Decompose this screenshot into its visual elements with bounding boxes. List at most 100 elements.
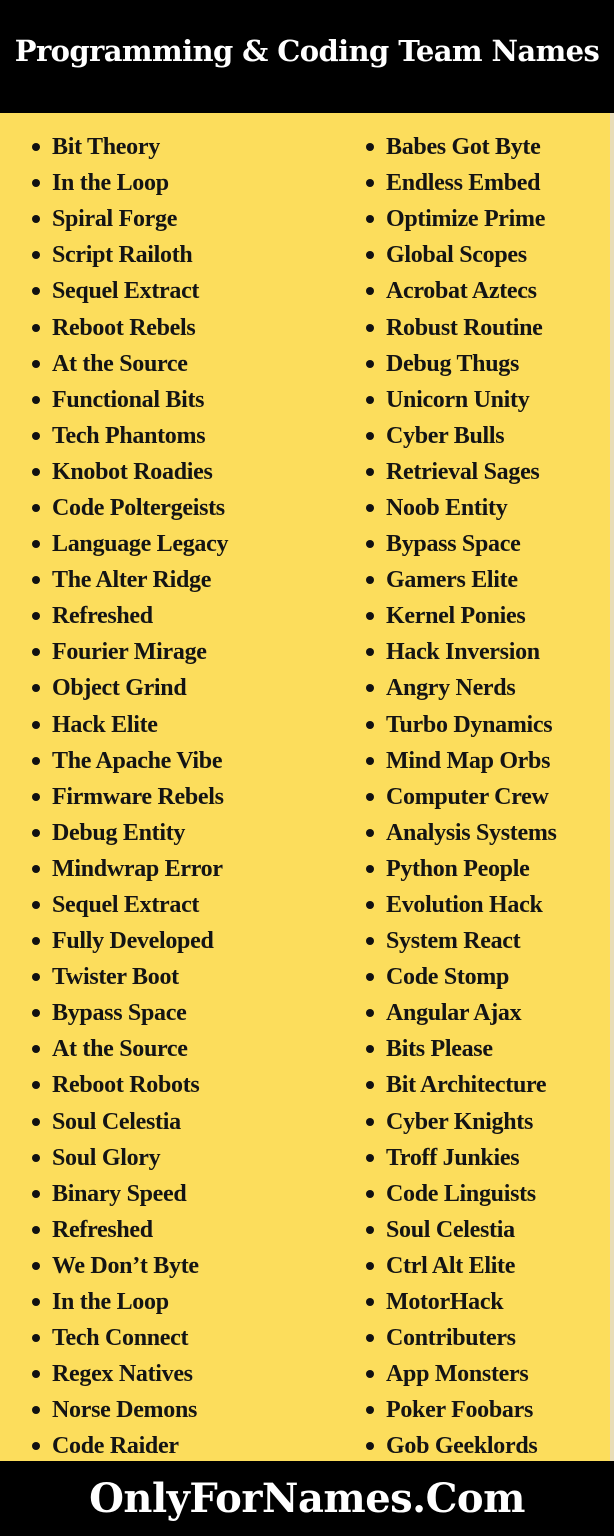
- list-item: Kernel Ponies: [366, 598, 557, 634]
- team-name: Debug Thugs: [386, 350, 519, 377]
- team-name: Poker Foobars: [386, 1397, 533, 1424]
- bullet-icon: [32, 1442, 40, 1451]
- list-item: MotorHack: [366, 1284, 557, 1320]
- team-name: Endless Embed: [386, 170, 541, 197]
- list-item: Regex Natives: [32, 1356, 228, 1392]
- list-item: Babes Got Byte: [366, 129, 557, 165]
- list-item: Reboot Rebels: [32, 309, 228, 345]
- team-name: System React: [386, 928, 521, 955]
- bullet-icon: [366, 612, 374, 621]
- list-item: Fully Developed: [32, 923, 228, 959]
- bullet-icon: [366, 1261, 374, 1270]
- list-item: Cyber Knights: [366, 1104, 557, 1140]
- bullet-icon: [32, 431, 40, 440]
- bullet-icon: [32, 1153, 40, 1162]
- team-name: Evolution Hack: [386, 892, 543, 919]
- team-name: Kernel Ponies: [386, 603, 526, 630]
- list-item: Refreshed: [32, 598, 228, 634]
- team-name: Mind Map Orbs: [386, 747, 551, 774]
- team-name: Cyber Knights: [386, 1108, 534, 1135]
- team-name: Unicorn Unity: [386, 386, 530, 413]
- team-name: In the Loop: [52, 170, 169, 197]
- list-item: Mindwrap Error: [32, 851, 228, 887]
- bullet-icon: [366, 1189, 374, 1198]
- bullet-icon: [32, 576, 40, 585]
- list-item: Spiral Forge: [32, 201, 228, 237]
- list-item: Poker Foobars: [366, 1392, 557, 1428]
- team-name: Object Grind: [52, 675, 187, 702]
- list-item: Debug Thugs: [366, 346, 557, 382]
- team-name: Regex Natives: [52, 1361, 193, 1388]
- list-item: The Alter Ridge: [32, 562, 228, 598]
- team-name: Ctrl Alt Elite: [386, 1252, 516, 1279]
- list-item: Object Grind: [32, 670, 228, 706]
- list-item: System React: [366, 923, 557, 959]
- list-item: Norse Demons: [32, 1392, 228, 1428]
- team-name: We Don’t Byte: [52, 1252, 199, 1279]
- team-name: Spiral Forge: [52, 206, 178, 233]
- bullet-icon: [366, 828, 374, 837]
- list-item: Bits Please: [366, 1031, 557, 1067]
- bullet-icon: [32, 937, 40, 946]
- team-name: The Alter Ridge: [52, 567, 212, 594]
- bullet-icon: [32, 323, 40, 332]
- bullet-icon: [32, 287, 40, 296]
- team-name: Tech Phantoms: [52, 422, 206, 449]
- list-item: Bypass Space: [366, 526, 557, 562]
- bullet-icon: [366, 1081, 374, 1090]
- list-item: Debug Entity: [32, 815, 228, 851]
- list-item: Bit Architecture: [366, 1067, 557, 1103]
- bullet-icon: [366, 287, 374, 296]
- team-name: Mindwrap Error: [52, 855, 223, 882]
- team-name: Norse Demons: [52, 1397, 198, 1424]
- bullet-icon: [32, 612, 40, 621]
- list-item: In the Loop: [32, 1284, 228, 1320]
- team-name: Hack Inversion: [386, 639, 540, 666]
- bullet-icon: [32, 720, 40, 729]
- bullet-icon: [32, 864, 40, 873]
- bullet-icon: [366, 864, 374, 873]
- bullet-icon: [366, 720, 374, 729]
- team-name: Robust Routine: [386, 314, 543, 341]
- list-item: Robust Routine: [366, 309, 557, 345]
- list-item: Ctrl Alt Elite: [366, 1248, 557, 1284]
- team-name: Soul Celestia: [52, 1108, 181, 1135]
- team-name: Refreshed: [52, 1216, 153, 1243]
- team-name: Fully Developed: [52, 928, 214, 955]
- team-name: Acrobat Aztecs: [386, 278, 537, 305]
- team-name: Retrieval Sages: [386, 458, 540, 485]
- list-item: Computer Crew: [366, 779, 557, 815]
- bullet-icon: [32, 143, 40, 152]
- bullet-icon: [366, 1334, 374, 1343]
- bullet-icon: [32, 540, 40, 549]
- team-name: The Apache Vibe: [52, 747, 223, 774]
- list-item: Bypass Space: [32, 995, 228, 1031]
- bullet-icon: [366, 684, 374, 693]
- team-name: Hack Elite: [52, 711, 158, 738]
- team-name: Sequel Extract: [52, 278, 200, 305]
- team-name: Global Scopes: [386, 242, 527, 269]
- bullet-icon: [366, 901, 374, 910]
- list-item: The Apache Vibe: [32, 743, 228, 779]
- team-name: Code Linguists: [386, 1180, 536, 1207]
- team-name: Language Legacy: [52, 531, 229, 558]
- list-item: Firmware Rebels: [32, 779, 228, 815]
- bullet-icon: [366, 540, 374, 549]
- list-item: Hack Elite: [32, 707, 228, 743]
- list-item: At the Source: [32, 346, 228, 382]
- list-item: Angry Nerds: [366, 670, 557, 706]
- team-name: Reboot Rebels: [52, 314, 196, 341]
- list-item: Troff Junkies: [366, 1140, 557, 1176]
- list-item: Noob Entity: [366, 490, 557, 526]
- infographic: Programming & Coding Team Names Bit Theo…: [0, 0, 614, 1536]
- team-name: Bits Please: [386, 1036, 493, 1063]
- bullet-icon: [366, 251, 374, 260]
- team-name: Firmware Rebels: [52, 783, 224, 810]
- list-item: Sequel Extract: [32, 273, 228, 309]
- team-name: Gob Geeklords: [386, 1433, 538, 1460]
- list-item: Code Poltergeists: [32, 490, 228, 526]
- list-item: At the Source: [32, 1031, 228, 1067]
- page-title: Programming & Coding Team Names: [14, 33, 600, 68]
- footer-banner: OnlyForNames.Com: [0, 1461, 614, 1536]
- bullet-icon: [366, 648, 374, 657]
